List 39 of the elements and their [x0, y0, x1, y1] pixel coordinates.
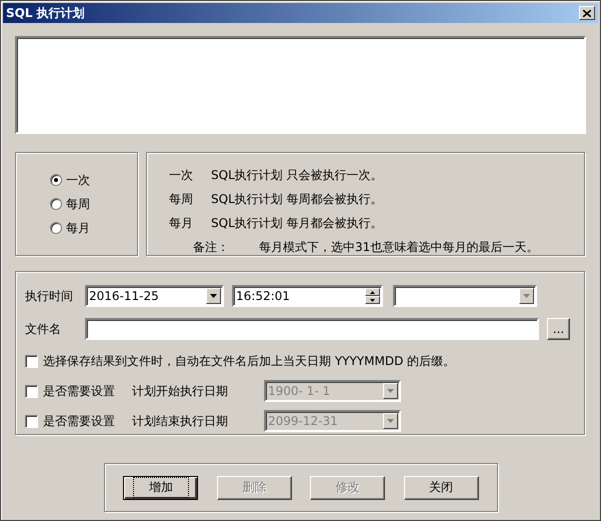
radio-button[interactable]	[50, 222, 62, 234]
note-text: 每月模式下，选中31也意味着选中每月的最后一天。	[259, 238, 538, 256]
date-caption: 计划开始执行日期	[132, 382, 229, 400]
dropdown-arrow-icon	[387, 419, 394, 423]
action-button[interactable]: 增加	[123, 476, 198, 500]
frequency-term: 每月	[169, 214, 194, 232]
dropdown-arrow-icon	[210, 294, 217, 298]
radio-button[interactable]	[50, 198, 62, 210]
file-name-field[interactable]	[85, 318, 539, 340]
checkbox[interactable]	[25, 354, 38, 368]
empty-dropdown[interactable]	[393, 285, 537, 307]
browse-button[interactable]: ...	[547, 318, 570, 340]
spin-down-icon[interactable]	[370, 298, 375, 302]
close-icon	[583, 10, 591, 16]
frequency-description: SQL执行计划 只会被执行一次。	[211, 166, 383, 184]
frequency-term: 一次	[169, 166, 194, 184]
dropdown-arrow-icon	[523, 294, 530, 298]
frequency-term: 每周	[169, 190, 194, 208]
frequency-description: SQL执行计划 每月都会被执行。	[211, 214, 383, 232]
radio-label: 每月	[66, 220, 90, 236]
action-button[interactable]: 关闭	[404, 476, 479, 500]
checkbox-label: 是否需要设置	[43, 382, 116, 400]
date-dropdown[interactable]: 2016-11-25	[85, 285, 224, 307]
radio-label: 一次	[66, 172, 90, 188]
date-caption: 计划结束执行日期	[132, 412, 229, 430]
time-label: 执行时间	[25, 288, 74, 304]
checkbox-label: 选择保存结果到文件时，自动在文件名后加上当天日期 YYYYMMDD 的后缀。	[43, 352, 456, 370]
spin-up-icon[interactable]	[370, 290, 375, 294]
note-label: 备注：	[193, 238, 230, 256]
close-button[interactable]	[579, 6, 595, 20]
frequency-description: SQL执行计划 每周都会被执行。	[211, 190, 383, 208]
checkbox-label: 是否需要设置	[43, 412, 116, 430]
dropdown-arrow-icon	[387, 389, 394, 393]
radio-button[interactable]	[50, 174, 62, 186]
radio-label: 每周	[66, 196, 90, 212]
window-title: SQL 执行计划	[6, 4, 85, 22]
file-name-label: 文件名	[25, 320, 62, 338]
text-area[interactable]	[15, 36, 586, 134]
time-field[interactable]: 16:52:01	[232, 285, 383, 307]
